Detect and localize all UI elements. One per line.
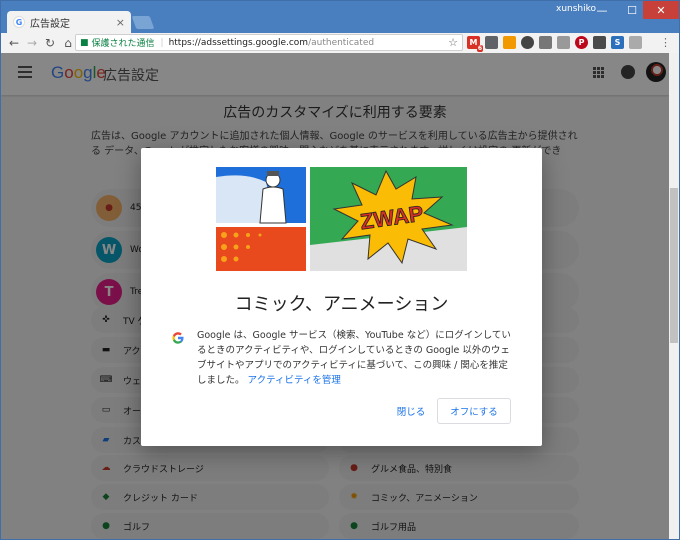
page-scrollbar[interactable] <box>669 53 679 539</box>
back-arrow-icon[interactable]: ← <box>7 36 21 50</box>
chat-extension-icon[interactable] <box>593 36 606 49</box>
google-favicon-icon: G <box>13 16 25 28</box>
close-button[interactable]: 閉じる <box>387 399 435 423</box>
secure-label: 保護された通信 <box>91 39 155 49</box>
dialog-body-text: Google は、Google サービス（検索、YouTube など）にログイン… <box>197 330 511 386</box>
scrollbar-thumb[interactable] <box>670 188 678 343</box>
home-icon[interactable]: ⌂ <box>61 36 75 50</box>
omnibox-divider: | <box>160 37 164 48</box>
box-extension-icon[interactable] <box>539 36 552 49</box>
browser-window: G 広告設定 × xunshiko — ☐ ✕ ← → ↻ ⌂ ■ 保護された通… <box>0 0 680 540</box>
browser-tab[interactable]: G 広告設定 × <box>7 11 131 33</box>
chart-extension-icon[interactable] <box>503 36 516 49</box>
gmail-extension-icon[interactable]: M6 <box>467 36 483 52</box>
comic-illustration: ZWAP <box>216 167 467 271</box>
browser-menu-icon[interactable]: ⋮ <box>660 36 671 49</box>
lock-icon: ■ <box>80 37 89 48</box>
new-tab-button[interactable] <box>131 16 155 29</box>
gmail-badge: 6 <box>476 45 483 52</box>
box2-extension-icon[interactable] <box>629 36 642 49</box>
turn-off-button[interactable]: オフにする <box>437 398 511 424</box>
pinterest-extension-icon[interactable]: P <box>575 36 588 49</box>
browser-toolbar: ← → ↻ ⌂ ■ 保護された通信 | https://adssettings.… <box>1 33 679 53</box>
google-g-icon <box>172 332 184 344</box>
extensions-row: M6 P S <box>467 36 647 52</box>
manage-activity-link[interactable]: アクティビティを管理 <box>248 375 341 386</box>
dialog-body: Google は、Google サービス（検索、YouTube など）にログイン… <box>197 328 512 388</box>
url-host: https://adssettings.google.com <box>168 37 309 48</box>
title-bar: G 広告設定 × xunshiko — ☐ ✕ <box>1 1 679 33</box>
mail-extension-icon[interactable] <box>557 36 570 49</box>
s-extension-icon[interactable]: S <box>611 36 624 49</box>
dialog-title: コミック、アニメーション <box>234 294 449 315</box>
pocket-extension-icon[interactable] <box>521 36 534 49</box>
page-content: Google 広告設定 広告のカスタマイズに利用する要素 広告は、Google … <box>1 53 669 539</box>
forward-arrow-icon[interactable]: → <box>25 36 39 50</box>
bookmark-star-icon[interactable]: ☆ <box>448 36 458 49</box>
address-bar[interactable]: ■ 保護された通信 | https://adssettings.google.c… <box>75 34 463 51</box>
tab-close-icon[interactable]: × <box>116 16 125 29</box>
reload-icon[interactable]: ↻ <box>43 36 57 50</box>
interest-dialog: ZWAP コミック、アニメーション Google は、Google サービス（検… <box>141 148 542 446</box>
url-path: /authenticated <box>308 37 375 48</box>
tab-title: 広告設定 <box>30 18 70 30</box>
close-window-button[interactable]: ✕ <box>643 1 679 19</box>
minimize-button[interactable]: — <box>587 1 617 19</box>
doc-extension-icon[interactable] <box>485 36 498 49</box>
